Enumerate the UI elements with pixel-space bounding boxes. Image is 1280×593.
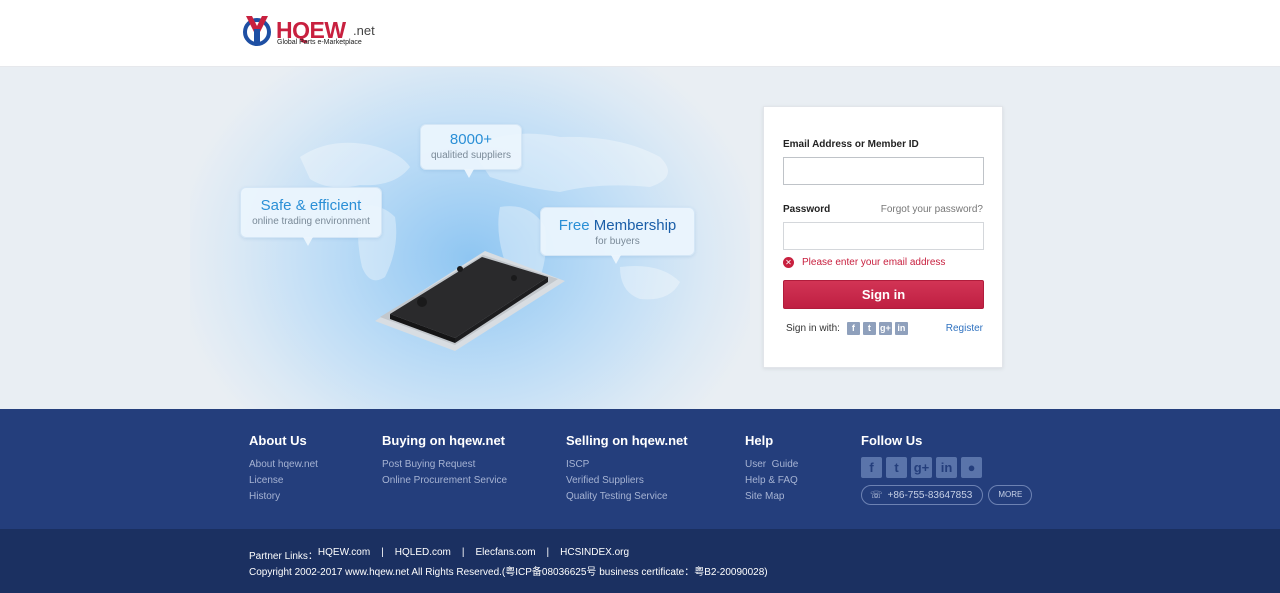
copyright-text: Copyright 2002-2017 www.hqew.net All Rig… <box>249 567 768 578</box>
brand-logo[interactable]: HQEW .net Global Parts e-Marketplace <box>242 12 382 52</box>
footer-link-about-hqew[interactable]: About hqew.net <box>249 457 318 473</box>
phone-icon: ☏ <box>870 489 883 501</box>
bubble-free-word: Free <box>558 217 590 234</box>
footer-link-iscp[interactable]: ISCP <box>566 457 688 473</box>
brand-tagline: Global Parts e-Marketplace <box>277 39 362 46</box>
partner-links: Partner Links： HQEW.com | HQLED.com | El… <box>249 547 629 562</box>
login-panel: Email Address or Member ID Password Forg… <box>763 106 1003 368</box>
logo-emblem-icon <box>243 16 271 46</box>
facebook-icon[interactable]: f <box>861 457 882 478</box>
wechat-icon[interactable]: ● <box>961 457 982 478</box>
footer-contact: ☏ +86-755-83647853 MORE <box>861 485 1033 505</box>
site-header: HQEW .net Global Parts e-Marketplace <box>0 0 1280 67</box>
bubble-safe-word: Safe <box>260 197 292 214</box>
footer-bottom-bar: Partner Links： HQEW.com | HQLED.com | El… <box>0 529 1280 593</box>
bubble-suppliers-subtitle: qualitied suppliers <box>430 150 512 161</box>
chip-illustration <box>360 199 570 364</box>
phone-button[interactable]: ☏ +86-755-83647853 <box>861 485 984 505</box>
footer-column-title: About Us <box>249 433 307 448</box>
footer-column-title: Selling on hqew.net <box>566 433 688 448</box>
error-icon: ✕ <box>783 256 794 268</box>
footer-column-title: Help <box>745 433 774 448</box>
linkedin-icon[interactable]: in <box>936 457 957 478</box>
forgot-password-link[interactable]: Forgot your password? <box>881 204 983 215</box>
email-field[interactable] <box>783 157 984 185</box>
partner-link-elecfans[interactable]: Elecfans.com <box>476 547 536 562</box>
footer-link-history[interactable]: History <box>249 489 318 505</box>
register-link[interactable]: Register <box>946 323 983 334</box>
separator: | <box>381 547 384 558</box>
facebook-icon[interactable]: f <box>846 322 860 335</box>
bubble-safe-subtitle: online trading environment <box>252 216 370 227</box>
footer-column-selling: Selling on hqew.net ISCP Verified Suppli… <box>566 433 688 505</box>
partner-link-hqled[interactable]: HQLED.com <box>395 547 451 562</box>
footer-column-follow: Follow Us f t g+ in ● ☏ +86-755-83647853… <box>861 433 1033 505</box>
footer-link-quality-testing[interactable]: Quality Testing Service <box>566 489 688 505</box>
footer-column-help: Help User Guide Help & FAQ Site Map <box>745 433 798 505</box>
footer-link-procurement-service[interactable]: Online Procurement Service <box>382 473 507 489</box>
linkedin-icon[interactable]: in <box>894 322 908 335</box>
partner-link-hcsindex[interactable]: HCSINDEX.org <box>560 547 629 562</box>
bubble-suppliers-count: 8000+ <box>449 131 493 148</box>
partner-link-hqew[interactable]: HQEW.com <box>318 547 370 562</box>
bubble-ampersand: & <box>291 197 310 214</box>
footer-link-license[interactable]: License <box>249 473 318 489</box>
footer-column-title: Follow Us <box>861 433 923 448</box>
bubble-tail <box>611 255 621 264</box>
google-plus-icon[interactable]: g+ <box>878 322 892 335</box>
bubble-membership-subtitle: for buyers <box>595 236 640 247</box>
bubble-safe-efficient: Safe & efficient online trading environm… <box>240 187 382 246</box>
footer-link-post-buying-request[interactable]: Post Buying Request <box>382 457 507 473</box>
bubble-tail <box>303 237 313 246</box>
hero-banner: Safe & efficient online trading environm… <box>0 67 1280 409</box>
footer-link-site-map[interactable]: Site Map <box>745 489 798 505</box>
password-label: Password <box>783 204 831 215</box>
footer-column-buying: Buying on hqew.net Post Buying Request O… <box>382 433 507 489</box>
sign-in-button[interactable]: Sign in <box>783 280 984 309</box>
footer-link-verified-suppliers[interactable]: Verified Suppliers <box>566 473 688 489</box>
phone-number: +86-755-83647853 <box>887 489 973 501</box>
signin-with-label: Sign in with: <box>786 323 840 334</box>
footer-column-about: About Us About hqew.net License History <box>249 433 318 505</box>
email-label: Email Address or Member ID <box>783 139 919 150</box>
brand-suffix: .net <box>353 23 375 38</box>
footer-link-help-faq[interactable]: Help & FAQ <box>745 473 798 489</box>
social-signin: Sign in with: f t g+ in <box>786 322 908 335</box>
bubble-membership-word: Membership <box>589 217 677 234</box>
bubble-suppliers: 8000+ qualitied suppliers <box>420 124 522 178</box>
google-plus-icon[interactable]: g+ <box>911 457 932 478</box>
more-button[interactable]: MORE <box>988 485 1033 505</box>
bubble-efficient-word: efficient <box>309 197 362 214</box>
error-message: ✕ Please enter your email address <box>783 255 945 269</box>
bubble-free-membership: Free Membership for buyers <box>540 207 695 264</box>
footer-link-user-guide[interactable]: User Guide <box>745 457 798 473</box>
separator: | <box>546 547 550 558</box>
password-field[interactable] <box>783 222 984 250</box>
separator: | <box>461 547 465 558</box>
footer-social-icons: f t g+ in ● <box>861 457 1032 478</box>
error-text: Please enter your email address <box>802 256 946 268</box>
partner-links-label: Partner Links： <box>249 551 318 562</box>
twitter-icon[interactable]: t <box>862 322 876 335</box>
twitter-icon[interactable]: t <box>886 457 907 478</box>
footer-column-title: Buying on hqew.net <box>382 433 506 448</box>
site-footer: About Us About hqew.net License History … <box>0 409 1280 529</box>
bubble-tail <box>464 169 474 178</box>
